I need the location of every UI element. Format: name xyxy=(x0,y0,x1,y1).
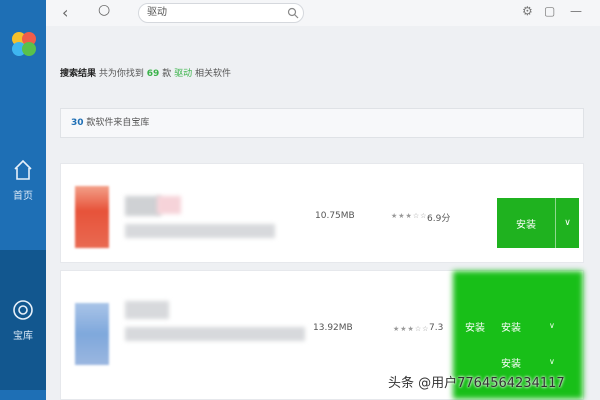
rating-score: 6.9分 xyxy=(427,214,451,224)
rating-stars: ★★★☆☆ xyxy=(391,212,428,220)
search-result-summary: 搜索结果 共为你找到 69 款 驱动 相关软件 xyxy=(60,66,231,79)
install-button[interactable]: 安装 ∨ xyxy=(497,198,579,248)
app-size: 13.92MB xyxy=(313,323,353,333)
result-count: 69 xyxy=(146,69,160,79)
main-content: 搜索结果 共为你找到 69 款 驱动 相关软件 30 款软件来自宝库 10.75… xyxy=(46,26,600,400)
result-keyword: 驱动 xyxy=(174,69,193,79)
blurred-app-name xyxy=(125,196,161,216)
sidebar-item-home[interactable]: 首页 xyxy=(0,140,46,220)
result-prefix: 搜索结果 xyxy=(60,69,97,79)
refresh-icon[interactable]: ○ xyxy=(98,2,110,18)
source-text: 款软件来自宝库 xyxy=(86,118,150,128)
blurred-tag xyxy=(157,196,181,214)
skin-icon[interactable]: ▢ xyxy=(544,4,555,18)
chevron-down-icon[interactable]: ∨ xyxy=(549,357,555,366)
toolbar: ‹ ○ 驱动 ⚙ ▢ — xyxy=(46,0,600,26)
result-unit: 款 xyxy=(162,69,172,79)
blurred-app-name xyxy=(125,301,169,319)
chevron-down-icon[interactable]: ∨ xyxy=(549,321,555,330)
install-label: 安装 xyxy=(516,219,536,231)
source-bar: 30 款软件来自宝库 xyxy=(60,108,584,138)
back-icon[interactable]: ‹ xyxy=(62,3,68,22)
chevron-down-icon[interactable]: ∨ xyxy=(555,198,579,248)
store-icon xyxy=(13,299,33,320)
list-item[interactable]: 10.75MB ★★★☆☆ 6.9分 安装 ∨ xyxy=(60,163,584,263)
blurred-description xyxy=(125,224,275,238)
app-icon xyxy=(75,303,109,365)
settings-icon[interactable]: ⚙ xyxy=(522,4,533,18)
search-input[interactable]: 驱动 xyxy=(138,3,304,23)
result-mid: 共为你找到 xyxy=(98,69,144,79)
minimize-icon[interactable]: — xyxy=(570,4,582,18)
app-icon xyxy=(75,186,109,248)
sidebar-item-label: 首页 xyxy=(13,190,33,202)
blurred-description xyxy=(125,327,305,341)
sidebar-item-label: 宝库 xyxy=(13,330,33,342)
rating-stars: ★★★☆☆ xyxy=(393,325,430,333)
install-label: 安装 xyxy=(501,323,521,334)
watermark: 头条 @用户7764564234117 xyxy=(388,376,565,391)
install-label: 安装 xyxy=(501,359,521,370)
source-count: 30 xyxy=(71,118,84,128)
sidebar: 首页 宝库 xyxy=(0,0,46,400)
app-logo-icon xyxy=(12,32,36,56)
sidebar-item-store[interactable]: 宝库 xyxy=(0,250,46,390)
home-icon xyxy=(14,159,32,180)
rating-score: 7.3 xyxy=(429,323,444,333)
app-size: 10.75MB xyxy=(315,211,355,221)
install-label: 安装 xyxy=(465,323,485,334)
search-icon[interactable] xyxy=(287,7,299,19)
result-suffix: 相关软件 xyxy=(194,69,231,79)
search-value: 驱动 xyxy=(147,7,167,18)
